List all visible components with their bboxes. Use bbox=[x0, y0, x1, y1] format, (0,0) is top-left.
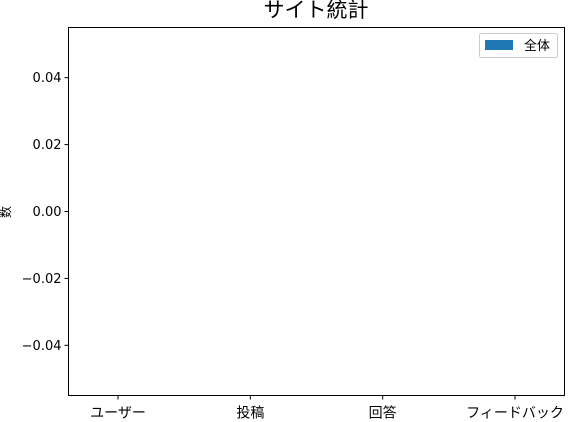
chart-title: サイト統計 bbox=[264, 0, 369, 22]
y-tick-label: 0.00 bbox=[33, 205, 62, 220]
y-tick-label: −0.02 bbox=[22, 272, 62, 287]
x-tick-label: 回答 bbox=[369, 405, 397, 422]
axes-frame bbox=[68, 27, 565, 396]
y-tick-label: −0.04 bbox=[22, 339, 62, 354]
x-tick-label: フィードバック bbox=[466, 406, 564, 422]
legend-swatch bbox=[485, 40, 513, 50]
legend: 全体 bbox=[479, 33, 558, 58]
y-axis-ticks: 0.04 0.02 0.00 −0.02 −0.04 bbox=[22, 71, 69, 354]
y-tick-label: 0.04 bbox=[33, 71, 62, 86]
legend-label: 全体 bbox=[524, 38, 550, 54]
plot-area: 0.04 0.02 0.00 −0.02 −0.04 ユーザー 投稿 回答 フィードバック bbox=[22, 27, 565, 422]
bar-chart: サイト統計 0.04 0.02 0.00 −0.02 −0.04 ユーザー 投稿 回答 フィー… bbox=[0, 0, 565, 422]
x-axis-ticks: ユーザー 投稿 回答 フィードバック bbox=[90, 395, 564, 422]
y-axis-label: 数 bbox=[0, 206, 13, 218]
y-tick-label: 0.02 bbox=[33, 138, 62, 153]
x-tick-label: 投稿 bbox=[236, 406, 264, 422]
x-tick-label: ユーザー bbox=[90, 406, 146, 422]
